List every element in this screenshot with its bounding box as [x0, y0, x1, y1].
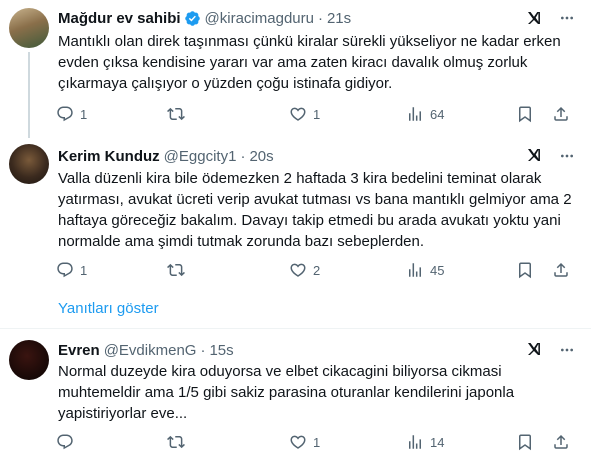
views-button[interactable]: 64 [406, 104, 444, 124]
retweet-button[interactable] [167, 432, 191, 452]
retweet-icon [167, 433, 185, 451]
avatar[interactable] [9, 340, 49, 380]
bookmark-icon[interactable] [516, 433, 534, 451]
tweet-actions: 1 14 [52, 432, 572, 452]
view-count: 45 [430, 262, 445, 278]
views-button[interactable]: 45 [406, 260, 444, 280]
tweet-3[interactable]: Evren @EvdikmenG · 15s Normal duzeyde ki… [0, 329, 591, 473]
views-icon [406, 433, 424, 451]
separator-dot: · [200, 341, 206, 359]
view-count: 14 [430, 434, 445, 450]
bookmark-icon[interactable] [516, 261, 534, 279]
author-name[interactable]: Mağdur ev sahibi [58, 10, 181, 27]
bookmark-icon[interactable] [516, 105, 534, 123]
separator-dot: · [317, 9, 323, 27]
tweet-actions: 1 1 64 [52, 104, 572, 124]
tweet-header: Kerim Kunduz @Eggcity1 · 20s [58, 146, 274, 166]
retweet-icon [167, 105, 185, 123]
avatar[interactable] [9, 8, 49, 48]
retweet-icon [167, 261, 185, 279]
reply-count: 1 [80, 106, 88, 122]
more-options-icon[interactable] [557, 342, 577, 358]
tweet-actions: 1 2 45 [52, 260, 572, 280]
tweet-header: Evren @EvdikmenG · 15s [58, 340, 234, 360]
share-icon[interactable] [552, 105, 570, 123]
author-handle[interactable]: @Eggcity1 [164, 148, 237, 165]
reply-icon [56, 105, 74, 123]
heart-icon [289, 261, 307, 279]
more-options-icon[interactable] [557, 148, 577, 164]
grok-icon[interactable] [526, 9, 542, 27]
avatar[interactable] [9, 144, 49, 184]
like-button[interactable]: 1 [289, 104, 320, 124]
tweet-header: Mağdur ev sahibi @kiracimagduru · 21s [58, 8, 351, 28]
share-icon[interactable] [552, 433, 570, 451]
tweet-text: Mantıklı olan direk taşınması çünkü kira… [58, 33, 561, 92]
timestamp[interactable]: 21s [327, 10, 351, 27]
view-count: 64 [430, 106, 445, 122]
tweet-1[interactable]: Mağdur ev sahibi @kiracimagduru · 21s Ma… [0, 0, 591, 140]
reply-icon [56, 433, 74, 451]
heart-icon [289, 105, 307, 123]
reply-count: 1 [80, 262, 88, 278]
grok-icon[interactable] [526, 146, 542, 164]
author-name[interactable]: Kerim Kunduz [58, 148, 160, 165]
like-count: 1 [313, 434, 321, 450]
author-handle[interactable]: @kiracimagduru [205, 10, 314, 27]
timestamp[interactable]: 20s [249, 148, 273, 165]
more-options-icon[interactable] [557, 10, 577, 26]
views-icon [406, 105, 424, 123]
views-button[interactable]: 14 [406, 432, 444, 452]
reply-button[interactable]: 1 [56, 260, 87, 280]
reply-button[interactable]: 1 [56, 104, 87, 124]
verified-badge-icon [184, 10, 201, 27]
reply-button[interactable] [56, 432, 80, 452]
heart-icon [289, 433, 307, 451]
like-count: 1 [313, 106, 321, 122]
author-name[interactable]: Evren [58, 342, 100, 359]
like-button[interactable]: 2 [289, 260, 320, 280]
retweet-button[interactable] [167, 260, 191, 280]
like-count: 2 [313, 262, 321, 278]
reply-icon [56, 261, 74, 279]
thread-connector [28, 52, 30, 138]
like-button[interactable]: 1 [289, 432, 320, 452]
grok-icon[interactable] [526, 340, 542, 358]
show-replies-link[interactable]: Yanıtları göster [58, 300, 159, 317]
separator-dot: · [240, 147, 246, 165]
timestamp[interactable]: 15s [209, 342, 233, 359]
author-handle[interactable]: @EvdikmenG [104, 342, 197, 359]
views-icon [406, 261, 424, 279]
tweet-text: Valla düzenli kira bile ödemezken 2 haft… [58, 170, 572, 250]
tweet-2[interactable]: Kerim Kunduz @Eggcity1 · 20s Valla düzen… [0, 140, 591, 290]
tweet-text: Normal duzeyde kira oduyorsa ve elbet ci… [58, 363, 515, 422]
share-icon[interactable] [552, 261, 570, 279]
retweet-button[interactable] [167, 104, 191, 124]
